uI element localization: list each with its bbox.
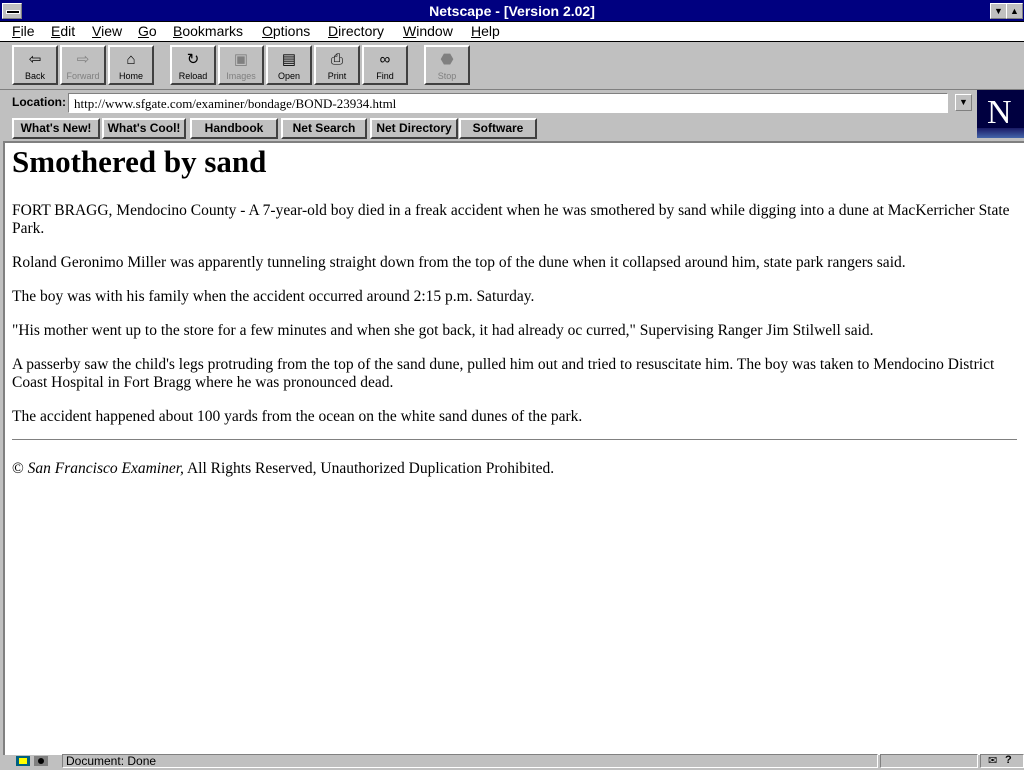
whats-cool-button[interactable]: What's Cool! xyxy=(102,118,186,139)
handbook-button[interactable]: Handbook xyxy=(190,118,278,139)
article-paragraph: The accident happened about 100 yards fr… xyxy=(12,408,583,425)
location-input[interactable]: http://www.sfgate.com/examiner/bondage/B… xyxy=(68,93,948,113)
article-headline: Smothered by sand xyxy=(12,144,267,179)
back-arrow-icon: ⇦ xyxy=(28,51,42,68)
window-title: Netscape - [Version 2.02] xyxy=(429,3,595,19)
net-search-button[interactable]: Net Search xyxy=(281,118,367,139)
menu-options[interactable]: Options xyxy=(262,23,310,39)
article-paragraph: FORT BRAGG, Mendocino County - A 7-year-… xyxy=(12,202,1010,237)
copyright-symbol: © xyxy=(12,460,24,477)
copyright-notice: © San Francisco Examiner, All Rights Res… xyxy=(12,460,1017,478)
logo-letter: N xyxy=(987,94,1012,131)
menu-help[interactable]: Help xyxy=(471,23,500,39)
find-button[interactable]: ∞ Find xyxy=(362,45,408,85)
status-bar: Document: Done ✉ ? xyxy=(0,754,1024,768)
stop-icon: ⬣ xyxy=(440,51,454,68)
location-bar: Location: http://www.sfgate.com/examiner… xyxy=(0,90,976,117)
article-paragraph: Roland Geronimo Miller was apparently tu… xyxy=(12,254,906,271)
copyright-text: All Rights Reserved, Unauthorized Duplic… xyxy=(186,460,555,477)
open-icon: ▤ xyxy=(281,51,297,68)
menu-edit[interactable]: Edit xyxy=(51,23,75,39)
images-icon: ▣ xyxy=(233,51,249,68)
menu-bookmarks[interactable]: Bookmarks xyxy=(173,23,243,39)
directory-buttons: What's New! What's Cool! Handbook Net Se… xyxy=(0,117,976,141)
whats-new-button[interactable]: What's New! xyxy=(12,118,100,139)
menu-go[interactable]: Go xyxy=(138,23,157,39)
menu-view[interactable]: View xyxy=(92,23,122,39)
mail-indicator[interactable]: ✉ ? xyxy=(980,754,1024,768)
menu-window[interactable]: Window xyxy=(403,23,453,39)
copyright-publication: San Francisco Examiner, xyxy=(27,460,184,477)
help-icon: ? xyxy=(1005,754,1012,766)
divider xyxy=(12,439,1017,441)
menu-bar: File Edit View Go Bookmarks Options Dire… xyxy=(0,22,1024,42)
article-paragraph: The boy was with his family when the acc… xyxy=(12,288,535,305)
stop-button[interactable]: ⬣ Stop xyxy=(424,45,470,85)
home-button[interactable]: ⌂ Home xyxy=(108,45,154,85)
status-message: Document: Done xyxy=(62,754,878,768)
page-content: Smothered by sand FORT BRAGG, Mendocino … xyxy=(3,141,1024,755)
reload-button[interactable]: ↻ Reload xyxy=(170,45,216,85)
progress-meter xyxy=(880,754,978,768)
forward-arrow-icon: ⇨ xyxy=(76,51,90,68)
menu-file[interactable]: File xyxy=(12,23,35,39)
open-button[interactable]: ▤ Open xyxy=(266,45,312,85)
netscape-logo[interactable]: N xyxy=(977,90,1024,138)
software-button[interactable]: Software xyxy=(459,118,537,139)
images-button[interactable]: ▣ Images xyxy=(218,45,264,85)
minimize-button[interactable]: ▼ xyxy=(990,3,1007,19)
title-bar: Netscape - [Version 2.02] ▼ ▲ xyxy=(0,0,1024,22)
menu-directory[interactable]: Directory xyxy=(328,23,384,39)
location-dropdown-button[interactable]: ▼ xyxy=(955,94,972,111)
back-button[interactable]: ⇦ Back xyxy=(12,45,58,85)
article-paragraph: "His mother went up to the store for a f… xyxy=(12,322,874,339)
maximize-button[interactable]: ▲ xyxy=(1006,3,1023,19)
reload-icon: ↻ xyxy=(186,51,200,68)
net-directory-button[interactable]: Net Directory xyxy=(370,118,458,139)
location-label: Location: xyxy=(12,95,66,109)
printer-icon: ⎙ xyxy=(330,51,343,68)
security-key-icon[interactable] xyxy=(14,755,59,768)
print-button[interactable]: ⎙ Print xyxy=(314,45,360,85)
toolbar: ⇦ Back ⇨ Forward ⌂ Home ↻ Reload ▣ Image… xyxy=(0,42,1024,90)
mail-icon: ✉ xyxy=(988,755,998,767)
forward-button[interactable]: ⇨ Forward xyxy=(60,45,106,85)
article-paragraph: A passerby saw the child's legs protrudi… xyxy=(12,356,995,391)
home-icon: ⌂ xyxy=(126,51,136,68)
binoculars-icon: ∞ xyxy=(379,51,391,68)
